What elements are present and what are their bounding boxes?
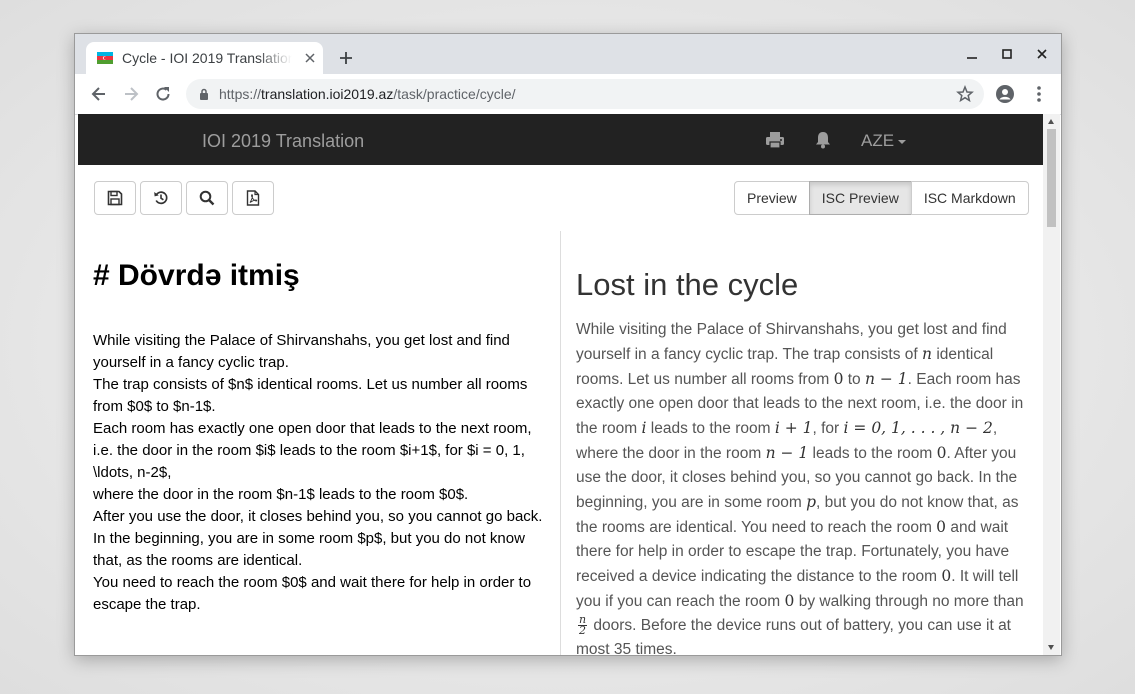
preview-pane: Lost in the cycle While visiting the Pal… — [561, 231, 1043, 655]
browser-window: Cycle - IOI 2019 Translation https://tra… — [74, 33, 1062, 656]
language-dropdown[interactable]: AZE — [861, 131, 907, 151]
scrollbar-thumb[interactable] — [1047, 129, 1056, 227]
markdown-line: Each room has exactly one open door that… — [93, 420, 532, 437]
page-content: IOI 2019 Translation AZE Preview ISC Pre… — [78, 114, 1043, 655]
language-label: AZE — [861, 131, 895, 150]
preview-body: While visiting the Palace of Shirvanshah… — [576, 318, 1034, 655]
pdf-button[interactable] — [232, 181, 274, 215]
markdown-line: In the beginning, you are in some room $… — [93, 530, 525, 569]
markdown-line: where the door in the room $n-1$ leads t… — [93, 486, 469, 503]
url-text: https://translation.ioi2019.az/task/prac… — [219, 86, 516, 102]
top-navbar: IOI 2019 Translation AZE — [78, 114, 1043, 165]
reload-icon[interactable] — [153, 84, 173, 104]
browser-tab[interactable]: Cycle - IOI 2019 Translation — [86, 42, 323, 74]
search-button[interactable] — [186, 181, 228, 215]
preview-heading: Lost in the cycle — [576, 267, 799, 302]
markdown-line: After you use the door, it closes behind… — [93, 508, 543, 525]
markdown-body: While visiting the Palace of Shirvanshah… — [93, 330, 551, 616]
tab-strip: Cycle - IOI 2019 Translation — [75, 34, 1061, 74]
forward-arrow-icon[interactable] — [121, 84, 141, 104]
markdown-editor[interactable]: # Dövrdə itmiş While visiting the Palace… — [78, 231, 561, 655]
scroll-up-icon[interactable] — [1048, 119, 1054, 124]
preview-button[interactable]: Preview — [734, 181, 810, 215]
markdown-line: The trap consists of $n$ identical rooms… — [93, 376, 528, 415]
azerbaijan-flag-icon — [97, 52, 113, 64]
markdown-line: You need to reach the room $0$ and wait … — [93, 574, 532, 613]
lock-icon — [200, 88, 208, 100]
save-button[interactable] — [94, 181, 136, 215]
tab-title: Cycle - IOI 2019 Translation — [122, 50, 292, 66]
preview-paragraph: While visiting the Palace of Shirvanshah… — [576, 321, 1024, 655]
markdown-line: While visiting the Palace of Shirvanshah… — [93, 332, 510, 371]
brand-link[interactable]: IOI 2019 Translation — [202, 131, 364, 152]
bell-icon[interactable] — [813, 130, 833, 150]
markdown-line: i.e. the door in the room $i$ leads to t… — [93, 442, 525, 481]
history-icon — [154, 191, 168, 205]
print-icon[interactable] — [765, 130, 785, 150]
close-tab-icon[interactable] — [302, 50, 318, 66]
account-icon[interactable] — [995, 84, 1015, 104]
isc-markdown-button[interactable]: ISC Markdown — [910, 181, 1029, 215]
close-window-icon[interactable] — [1035, 47, 1049, 61]
page-scrollbar[interactable] — [1043, 114, 1060, 655]
markdown-heading: # Dövrdə itmiş — [93, 259, 300, 292]
save-icon — [107, 190, 123, 206]
back-arrow-icon[interactable] — [89, 84, 109, 104]
new-tab-icon[interactable] — [338, 50, 354, 66]
fraction-n-over-2: n2 — [578, 613, 588, 638]
pdf-icon — [246, 190, 260, 206]
isc-preview-button[interactable]: ISC Preview — [808, 181, 912, 215]
maximize-icon[interactable] — [1000, 47, 1014, 61]
browser-menu-icon[interactable] — [1030, 84, 1048, 104]
minimize-icon[interactable] — [965, 47, 979, 61]
history-button[interactable] — [140, 181, 182, 215]
view-mode-group: Preview ISC Preview ISC Markdown — [734, 181, 1029, 215]
bookmark-star-icon[interactable] — [956, 85, 974, 103]
scroll-down-icon[interactable] — [1048, 645, 1054, 650]
caret-down-icon — [898, 139, 907, 144]
address-bar[interactable]: https://translation.ioi2019.az/task/prac… — [186, 79, 984, 109]
search-icon — [199, 190, 215, 206]
editor-toolbar: Preview ISC Preview ISC Markdown — [78, 165, 1043, 232]
browser-toolbar: https://translation.ioi2019.az/task/prac… — [75, 74, 1061, 115]
